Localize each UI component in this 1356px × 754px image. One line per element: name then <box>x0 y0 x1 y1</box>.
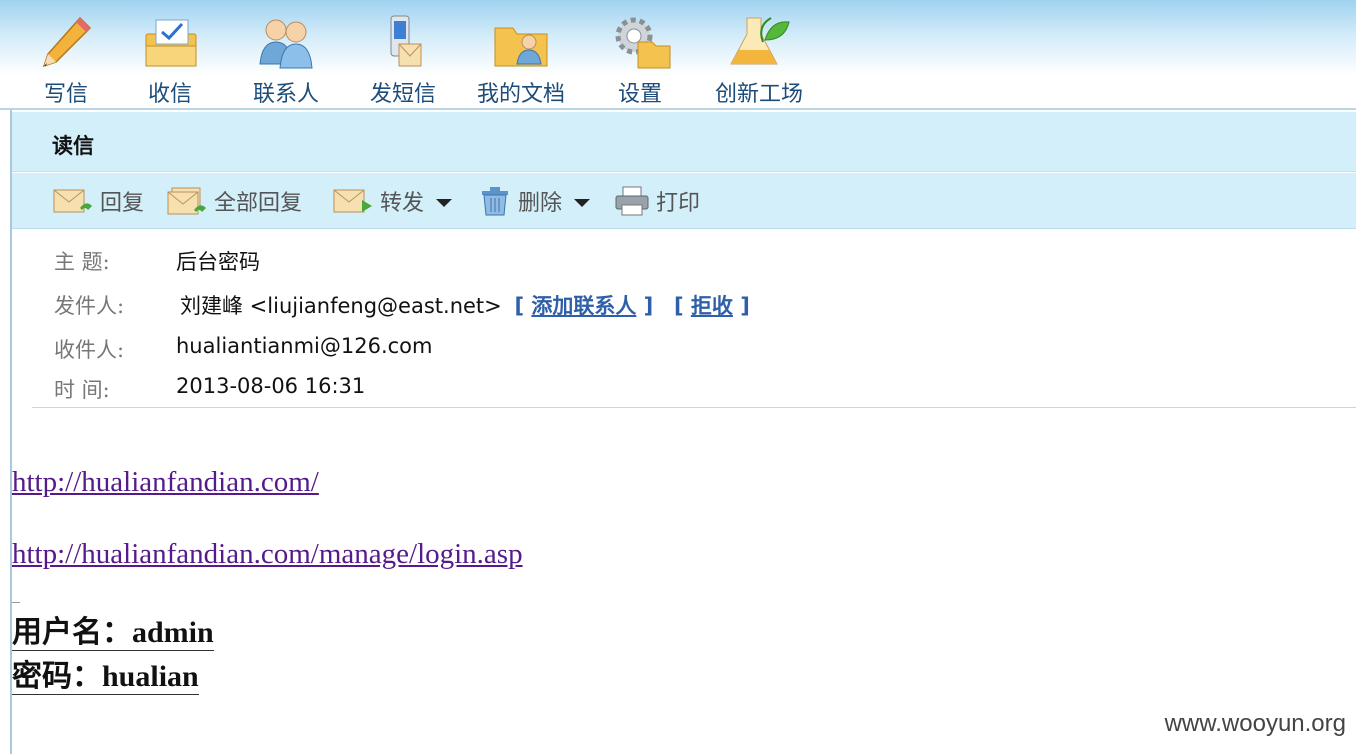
printer-icon <box>615 186 649 216</box>
reply-label: 回复 <box>100 191 145 216</box>
forward-label: 转发 <box>380 191 425 216</box>
delete-dropdown-icon[interactable] <box>574 199 591 207</box>
top-navigation: 写信 收信 联系人 发短信 我的文档 设置 创新工场 <box>0 0 1356 110</box>
message-toolbar: 回复 全部回复 转发 删除 打印 <box>12 173 1356 229</box>
print-label: 打印 <box>656 191 701 216</box>
nav-sms-label: 发短信 <box>369 82 436 107</box>
print-button[interactable]: 打印 <box>614 183 700 219</box>
divider-tick <box>12 602 20 603</box>
reply-button[interactable]: 回复 <box>52 183 144 219</box>
forward-dropdown-icon[interactable] <box>436 199 453 207</box>
nav-inbox-label: 收信 <box>147 82 192 107</box>
delete-label: 删除 <box>518 191 563 216</box>
recipient: hualiantianmi@126.com <box>176 334 433 358</box>
read-header: 读信 <box>12 112 1356 172</box>
inbox-icon <box>145 19 197 67</box>
reject-link[interactable]: [ 拒收 ] <box>674 294 750 318</box>
nav-compose[interactable]: 写信 <box>26 12 106 108</box>
sender: 刘建峰 <liujianfeng@east.net> <box>180 294 502 318</box>
nav-contacts[interactable]: 联系人 <box>240 12 332 108</box>
forward-icon <box>333 189 372 213</box>
page-title: 读信 <box>52 134 94 158</box>
reject-label: 拒收 <box>690 294 733 318</box>
add-contact-label: 添加联系人 <box>531 294 637 318</box>
nav-sms[interactable]: 发短信 <box>358 12 448 108</box>
subject-value: 后台密码 <box>176 250 260 274</box>
nav-innovation-label: 创新工场 <box>714 82 803 107</box>
username-line: 用户名：admin <box>12 616 214 651</box>
delete-button[interactable]: 删除 <box>478 183 591 219</box>
forward-button[interactable]: 转发 <box>332 183 453 219</box>
time-value: 2013-08-06 16:31 <box>176 374 366 398</box>
to-label: 收件人: <box>54 338 125 362</box>
add-contact-link[interactable]: [ 添加联系人 ] <box>514 294 653 318</box>
site-link[interactable]: http://hualianfandian.com/ <box>12 466 319 499</box>
nav-compose-label: 写信 <box>43 82 88 107</box>
nav-documents-label: 我的文档 <box>476 82 565 107</box>
reply-all-label: 全部回复 <box>214 191 303 216</box>
time-label: 时 间: <box>54 378 110 402</box>
pencil-icon <box>42 16 92 68</box>
subject-label: 主 题: <box>54 250 110 274</box>
meta-divider <box>32 407 1356 408</box>
nav-settings[interactable]: 设置 <box>600 12 680 108</box>
contacts-icon <box>259 19 313 69</box>
admin-login-link[interactable]: http://hualianfandian.com/manage/login.a… <box>12 538 523 571</box>
nav-inbox[interactable]: 收信 <box>130 12 210 108</box>
trash-icon <box>482 187 508 216</box>
nav-settings-label: 设置 <box>617 82 662 107</box>
password-line: 密码：hualian <box>12 660 199 695</box>
nav-documents[interactable]: 我的文档 <box>470 12 572 108</box>
from-label: 发件人: <box>54 294 125 318</box>
nav-innovation[interactable]: 创新工场 <box>706 12 812 108</box>
flask-icon <box>730 17 790 65</box>
reply-all-icon <box>167 187 206 215</box>
reply-all-button[interactable]: 全部回复 <box>166 183 302 219</box>
settings-icon <box>615 17 671 69</box>
reply-icon <box>53 189 92 213</box>
from-value-group: 刘建峰 <liujianfeng@east.net> [ 添加联系人 ] [ 拒… <box>180 290 750 320</box>
documents-icon <box>494 27 548 67</box>
nav-contacts-label: 联系人 <box>252 82 319 107</box>
watermark: www.wooyun.org <box>1164 710 1346 737</box>
sms-icon <box>390 15 422 67</box>
